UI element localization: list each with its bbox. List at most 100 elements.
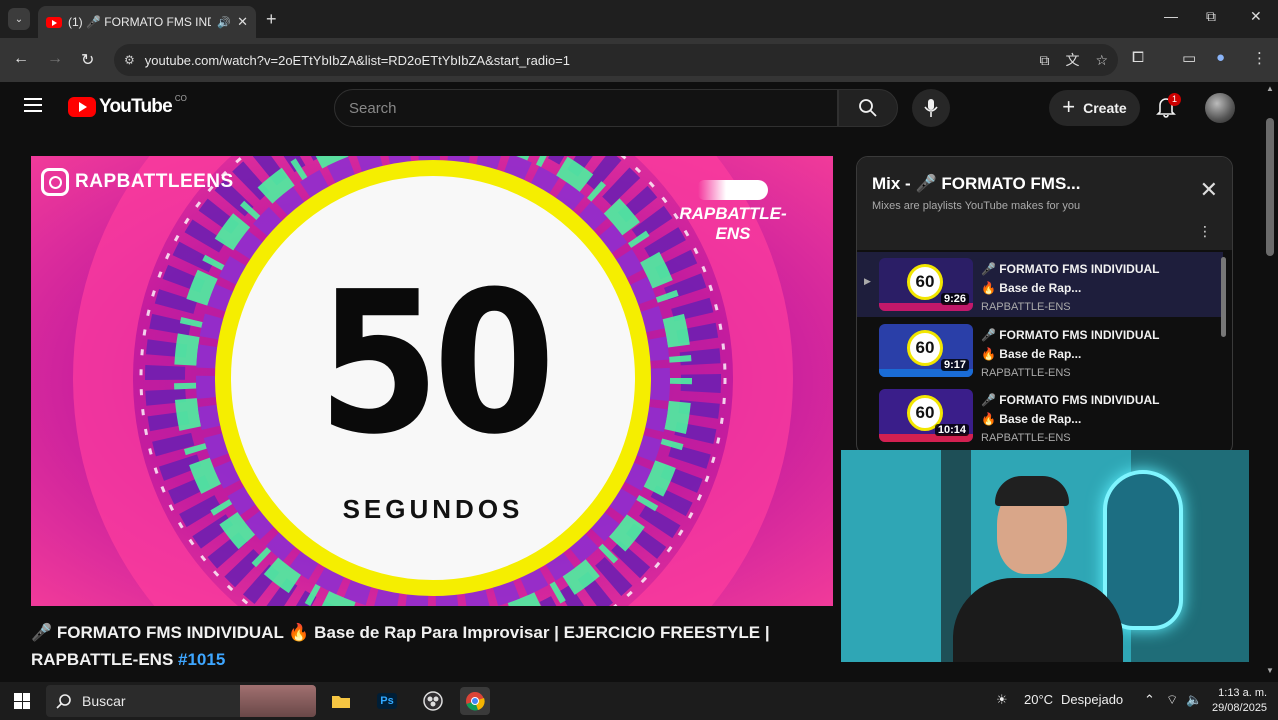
install-app-icon[interactable]: ⧉: [1039, 52, 1049, 69]
new-tab-button[interactable]: +: [266, 9, 277, 30]
photoshop-label: Ps: [377, 693, 397, 709]
scroll-down-icon[interactable]: ▼: [1266, 666, 1274, 675]
playlist-item-title[interactable]: 🎤 FORMATO FMS INDIVIDUAL 🔥 Base de Rap..…: [981, 260, 1171, 298]
weather-condition[interactable]: Despejado: [1061, 692, 1123, 707]
playlist-thumbnail[interactable]: 60 9:26: [879, 258, 973, 311]
playlist-scrollbar[interactable]: [1221, 257, 1226, 337]
playlist-item[interactable]: 60 9:17 🎤 FORMATO FMS INDIVIDUAL 🔥 Base …: [857, 318, 1223, 383]
forward-icon[interactable]: →: [47, 50, 63, 68]
brand-logo: RAPBATTLE-ENS: [663, 180, 803, 244]
duration-badge: 9:17: [940, 359, 969, 371]
notifications-button[interactable]: 1: [1156, 93, 1182, 123]
countdown-unit: SEGUNDOS: [342, 494, 524, 524]
youtube-play-icon: [68, 97, 96, 117]
instagram-handle-text: RAPBATTLEENS: [75, 171, 234, 192]
playlist-item-channel: RAPBATTLE-ENS: [981, 367, 1071, 379]
browser-tab-strip: ⌄ (1) 🎤 FORMATO FMS INDI 🔊 ✕ + — ⧉ ✕: [0, 0, 1278, 38]
taskbar-clock[interactable]: 1:13 a. m. 29/08/2025: [1212, 686, 1267, 716]
webcam-mirror: [1103, 470, 1183, 630]
playlist-item-title[interactable]: 🎤 FORMATO FMS INDIVIDUAL 🔥 Base de Rap..…: [981, 326, 1171, 364]
tray-overflow-icon[interactable]: ⌃: [1144, 692, 1155, 708]
playlist-thumbnail[interactable]: 60 10:14: [879, 389, 973, 442]
video-hashtag[interactable]: #1015: [178, 650, 225, 669]
maximize-button[interactable]: ⧉: [1206, 8, 1216, 25]
window-close-button[interactable]: ✕: [1250, 8, 1262, 25]
instagram-handle: RAPBATTLEENS: [41, 168, 234, 196]
scrollbar-thumb[interactable]: [1266, 118, 1274, 256]
menu-icon[interactable]: [24, 98, 42, 112]
file-explorer-icon[interactable]: [326, 687, 356, 715]
photoshop-icon[interactable]: Ps: [372, 687, 402, 715]
notification-badge: 1: [1168, 93, 1182, 106]
search-highlight-image: [240, 685, 316, 717]
site-info-icon[interactable]: ⚙: [124, 53, 135, 67]
tab-close-button[interactable]: ✕: [237, 14, 248, 30]
cast-icon[interactable]: ▭: [1182, 49, 1196, 67]
extensions-icon[interactable]: ⧠: [1132, 49, 1144, 66]
address-bar[interactable]: ⚙ youtube.com/watch?v=2oETtYbIbZA&list=R…: [114, 44, 1118, 76]
duration-badge: 10:14: [934, 424, 969, 436]
playlist-close-icon[interactable]: ✕: [1200, 177, 1218, 203]
bookmark-star-icon[interactable]: ☆: [1095, 52, 1108, 69]
webcam-person-body: [953, 578, 1123, 662]
playlist-item[interactable]: 60 10:14 🎤 FORMATO FMS INDIVIDUAL 🔥 Base…: [857, 383, 1223, 448]
chrome-icon[interactable]: [460, 687, 490, 715]
microphone-icon: [924, 99, 938, 117]
minimize-button[interactable]: —: [1164, 8, 1178, 24]
translate-icon[interactable]: 文: [1065, 50, 1079, 70]
duration-badge: 9:26: [940, 293, 969, 305]
mix-playlist-panel: Mix - 🎤 FORMATO FMS... Mixes are playlis…: [856, 156, 1233, 456]
tab-title: (1) 🎤 FORMATO FMS INDI: [68, 15, 212, 29]
windows-start-icon[interactable]: [14, 693, 30, 709]
search-input[interactable]: Search: [334, 89, 838, 127]
page-scrollbar[interactable]: ▲ ▼: [1262, 82, 1278, 682]
avatar[interactable]: [1205, 93, 1235, 123]
youtube-header: YouTube CO Search + Create 1: [0, 82, 1262, 134]
video-title: 🎤 FORMATO FMS INDIVIDUAL 🔥 Base de Rap P…: [31, 619, 821, 673]
playlist-more-icon[interactable]: ⋮: [1198, 223, 1212, 240]
url-text[interactable]: youtube.com/watch?v=2oETtYbIbZA&list=RD2…: [145, 53, 1024, 68]
playlist-item[interactable]: ▶ 60 9:26 🎤 FORMATO FMS INDIVIDUAL 🔥 Bas…: [857, 252, 1223, 317]
now-playing-icon: ▶: [864, 276, 871, 286]
clock-date: 29/08/2025: [1212, 702, 1268, 714]
plus-icon: +: [1062, 94, 1076, 119]
video-player[interactable]: RAPBATTLEENS RAPBATTLE-ENS 50 SEGUNDOS: [31, 156, 833, 606]
instagram-icon: [41, 168, 69, 196]
speaker-icon[interactable]: 🔊: [217, 16, 231, 29]
weather-icon[interactable]: ☀: [996, 692, 1008, 708]
voice-search-button[interactable]: [912, 89, 950, 127]
create-button[interactable]: + Create: [1049, 90, 1140, 126]
taskbar-search-label: Buscar: [82, 693, 126, 709]
weather-temperature[interactable]: 20°C: [1024, 692, 1053, 707]
search-icon: [859, 99, 877, 117]
browser-toolbar: ← → ↻ ⚙ youtube.com/watch?v=2oETtYbIbZA&…: [0, 38, 1278, 82]
scroll-up-icon[interactable]: ▲: [1266, 84, 1274, 93]
youtube-logo[interactable]: YouTube CO: [68, 94, 187, 118]
search-button[interactable]: [838, 89, 898, 127]
clock-time: 1:13 a. m.: [1218, 687, 1268, 699]
countdown-number: 50: [317, 250, 555, 478]
volume-icon[interactable]: 🔈: [1186, 692, 1202, 708]
thumbnail-number: 60: [907, 264, 943, 300]
playlist-item-title[interactable]: 🎤 FORMATO FMS INDIVIDUAL 🔥 Base de Rap..…: [981, 391, 1171, 429]
profile-icon[interactable]: ●: [1216, 49, 1225, 66]
search-icon: [56, 694, 71, 709]
playlist-thumbnail[interactable]: 60 9:17: [879, 324, 973, 377]
playlist-header: Mix - 🎤 FORMATO FMS... Mixes are playlis…: [857, 157, 1232, 250]
webcam-person-cap: [995, 476, 1069, 506]
playlist-title[interactable]: Mix - 🎤 FORMATO FMS...: [872, 174, 1080, 194]
youtube-favicon-icon: [46, 16, 62, 28]
obs-studio-icon[interactable]: [418, 687, 448, 715]
playlist-item-channel: RAPBATTLE-ENS: [981, 301, 1071, 313]
browser-menu-icon[interactable]: ⋮: [1252, 49, 1267, 67]
browser-tab[interactable]: (1) 🎤 FORMATO FMS INDI 🔊 ✕: [38, 6, 256, 38]
tab-search-button[interactable]: ⌄: [8, 8, 30, 30]
taskbar-search[interactable]: Buscar: [46, 685, 316, 717]
country-code: CO: [174, 94, 187, 103]
back-icon[interactable]: ←: [13, 50, 29, 68]
thumbnail-number: 60: [907, 330, 943, 366]
playlist-subtitle: Mixes are playlists YouTube makes for yo…: [872, 200, 1081, 212]
network-icon[interactable]: ⌔: [1166, 692, 1178, 708]
playlist-item-channel: RAPBATTLE-ENS: [981, 432, 1071, 444]
reload-icon[interactable]: ↻: [81, 50, 94, 70]
